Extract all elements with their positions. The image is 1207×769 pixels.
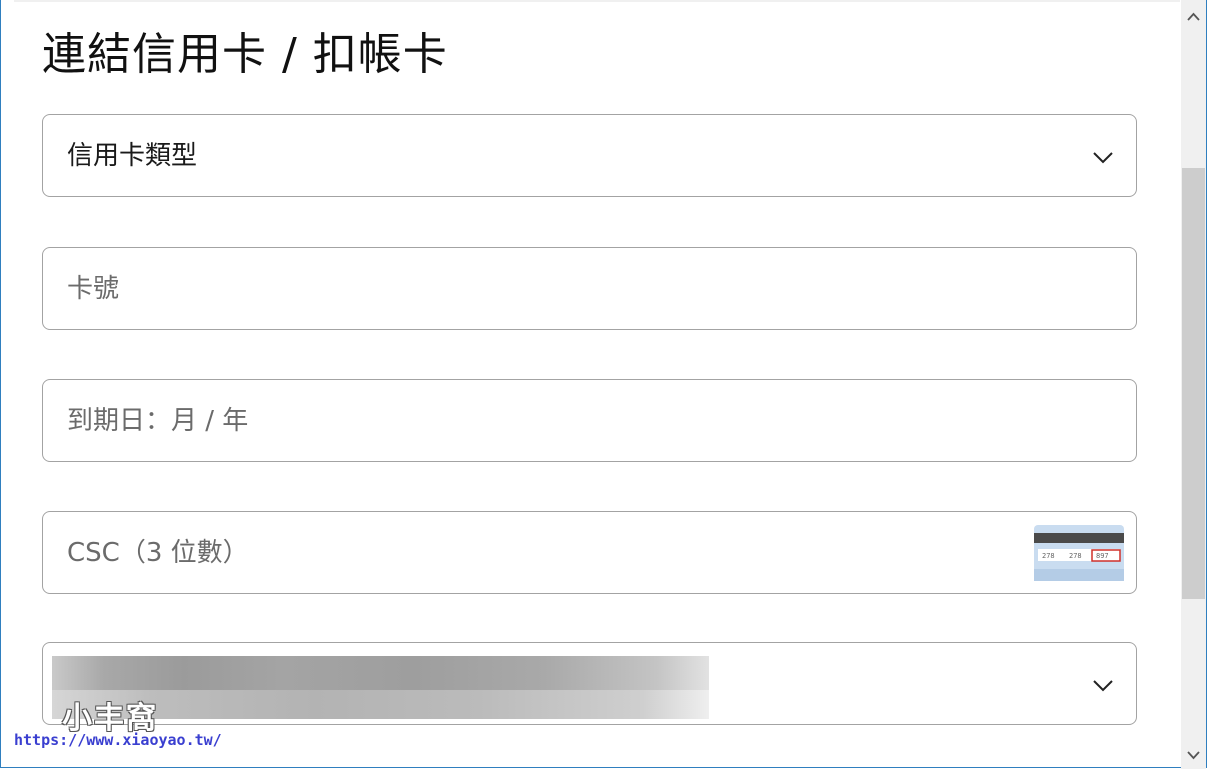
- card-back-csc-icon: 278 278 897: [1034, 525, 1124, 581]
- card-digits-2: 278: [1069, 552, 1082, 560]
- csc-placeholder: CSC（3 位數）: [67, 538, 249, 568]
- chevron-down-icon: [1093, 680, 1113, 692]
- chevron-down-icon: [1093, 152, 1113, 164]
- page-title: 連結信用卡 / 扣帳卡: [42, 29, 448, 80]
- card-number-input[interactable]: 卡號: [42, 247, 1137, 330]
- card-digits-1: 278: [1042, 552, 1055, 560]
- site-watermark: 小丰窩 https://www.xiaoyao.tw/: [14, 693, 224, 757]
- top-divider: [14, 0, 1180, 2]
- card-number-placeholder: 卡號: [67, 274, 120, 304]
- expiry-date-placeholder: 到期日：月 / 年: [67, 406, 249, 436]
- card-type-label: 信用卡類型: [67, 141, 198, 171]
- csc-input[interactable]: CSC（3 位數） 278 278 897: [42, 511, 1137, 594]
- scroll-down-arrow-icon[interactable]: [1181, 742, 1206, 768]
- scroll-up-arrow-icon[interactable]: [1181, 4, 1206, 30]
- watermark-url: https://www.xiaoyao.tw/: [14, 731, 222, 749]
- scrollbar-thumb[interactable]: [1182, 168, 1205, 599]
- card-type-select[interactable]: 信用卡類型: [42, 114, 1137, 197]
- expiry-date-input[interactable]: 到期日：月 / 年: [42, 379, 1137, 462]
- vertical-scrollbar[interactable]: [1181, 0, 1206, 769]
- card-digits-csc: 897: [1096, 552, 1109, 560]
